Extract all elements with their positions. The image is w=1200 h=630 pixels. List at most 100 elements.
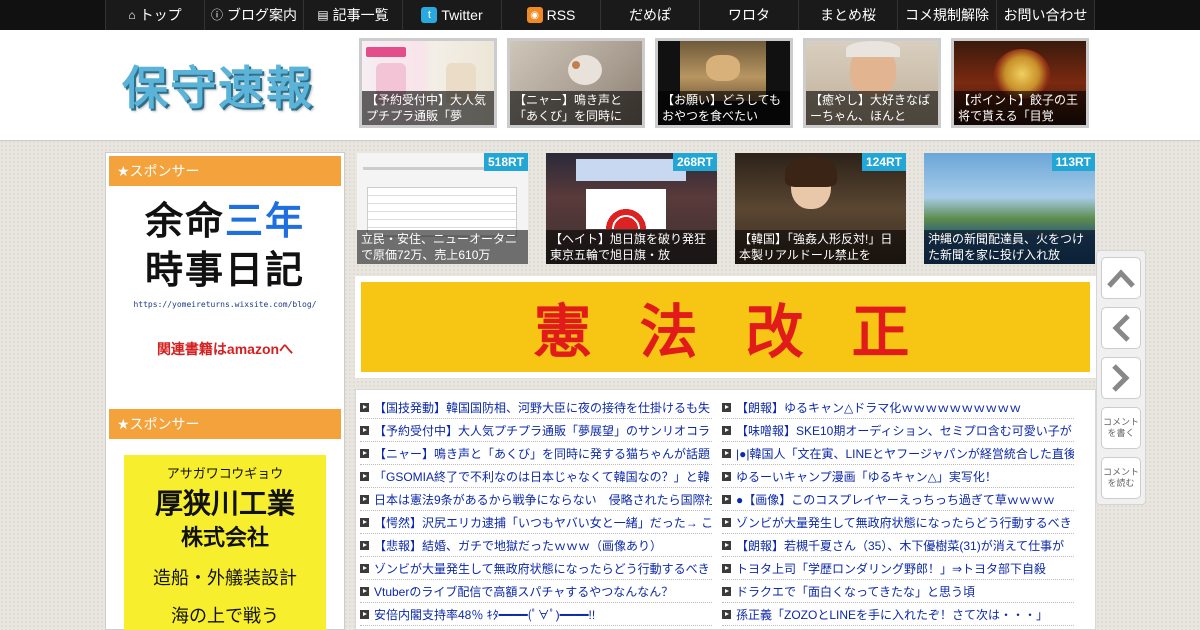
nav-item-blog-guide[interactable]: ⓘ ブログ案内 — [204, 0, 303, 30]
article-link[interactable]: 「GSOMIA終了で不利なのは日本じゃなくて韓国なの？」と韓 — [360, 465, 712, 488]
nav-label: コメ規制解除 — [905, 7, 989, 23]
article-link[interactable]: 【朗報】ゆるキャン△ドラマ化ｗｗｗｗｗｗｗｗｗｗ — [722, 396, 1074, 419]
sponsor-ad-asagawa[interactable]: アサガワコウギョウ 厚狭川工業 株式会社 造船・外艤装設計 海の上で戦う — [124, 455, 326, 630]
nav-item-matome-sakura[interactable]: まとめ桜 — [798, 0, 897, 30]
write-comment-button[interactable]: コメントを書く — [1101, 407, 1141, 449]
article-link[interactable]: 【悲報】結婚、ガチで地獄だったｗｗｗ（画像あり） — [360, 534, 712, 557]
next-button[interactable] — [1101, 357, 1141, 399]
bullet-icon — [360, 471, 369, 481]
bullet-icon — [722, 448, 731, 458]
cat-image — [568, 55, 602, 85]
link-text: 【ニャー】鳴き声と「あくび」を同時に発する猫ちゃんが話題 — [374, 446, 711, 461]
bullet-icon — [360, 494, 369, 504]
nav-item-contact[interactable]: お問い合わせ — [996, 0, 1095, 30]
header-thumb-5[interactable]: 【ポイント】餃子の王将で貰える「目覚 — [951, 38, 1089, 128]
site-header: 保守速報 【予約受付中】大人気プチプラ通販「夢 【ニャー】鳴き声と「あくび」を同… — [0, 30, 1200, 141]
article-link[interactable]: ゾンビが大量発生して無政府状態になったらどう行動するべき — [722, 511, 1074, 534]
link-text: 安倍内閣支持率48％ ｷﾀ━━━━(ﾟ∀ﾟ)━━━━!! — [374, 607, 596, 622]
sponsor-ad-yomei[interactable]: 余命三年 時事日記 https://yomeireturns.wixsite.c… — [106, 186, 344, 406]
flag-image — [586, 189, 666, 229]
ad-company-name: 厚狭川工業 — [154, 488, 295, 519]
link-column-right: 【朗報】ゆるキャン△ドラマ化ｗｗｗｗｗｗｗｗｗｗ 【味噌報】SKE10期オーディ… — [722, 396, 1074, 626]
link-text: 【悲報】結婚、ガチで地獄だったｗｗｗ（画像あり） — [374, 538, 663, 553]
grandma-image — [846, 41, 900, 57]
sponsor-title: ★スポンサー — [109, 409, 341, 439]
bullet-icon — [722, 540, 731, 550]
nav-item-twitter[interactable]: t Twitter — [402, 0, 501, 30]
nav-item-top[interactable]: ⌂ トップ — [105, 0, 204, 30]
article-link[interactable]: 【ニャー】鳴き声と「あくび」を同時に発する猫ちゃんが話題 — [360, 442, 712, 465]
header-thumb-4[interactable]: 【癒やし】大好きなばーちゃん、ほんと — [803, 38, 941, 128]
rt-caption: 【韓国】「強姦人形反対!」日本製リアルドール禁止を — [735, 230, 906, 264]
read-comment-button[interactable]: コメントを読む — [1101, 457, 1141, 499]
bullet-icon — [722, 517, 731, 527]
article-link[interactable]: ゆるーいキャンプ漫画「ゆるキャン△」実写化！ — [722, 465, 1074, 488]
site-logo[interactable]: 保守速報 — [122, 52, 314, 118]
cat-image — [572, 61, 580, 69]
link-text: 孫正義「ZOZOとLINEを手に入れたぞ！さて次は・・・」 — [736, 607, 1049, 622]
previous-button[interactable] — [1101, 307, 1141, 349]
article-link[interactable]: 【愕然】沢尻エリカ逮捕「いつもヤバい女と一緒」だった→ こ — [360, 511, 712, 534]
bullet-icon — [360, 586, 369, 596]
link-text: 【愕然】沢尻エリカ逮捕「いつもヤバい女と一緒」だった→ こ — [374, 515, 712, 530]
nav-label: RSS — [546, 7, 576, 23]
nav-item-article-list[interactable]: ▤ 記事一覧 — [303, 0, 402, 30]
ad-subheadline: 時事日記 — [144, 250, 305, 292]
link-text: ゆるーいキャンプ漫画「ゆるキャン△」実写化！ — [736, 469, 997, 484]
header-thumb-3[interactable]: 【お願い】どうしてもおやつを食べたい — [655, 38, 793, 128]
ad-amazon-link[interactable]: 関連書籍はamazonへ — [106, 339, 344, 359]
bullet-icon — [360, 517, 369, 527]
ad-business: 造船・外艤装設計 — [153, 568, 297, 588]
rss-icon: ◉ — [526, 7, 543, 23]
thumb-caption: 【予約受付中】大人気プチプラ通販「夢 — [362, 91, 494, 125]
link-text: ゾンビが大量発生して無政府状態になったらどう行動するべき — [736, 515, 1072, 530]
nav-item-damepo[interactable]: だめぽ — [600, 0, 699, 30]
rt-card[interactable]: 124RT 【韓国】「強姦人形反対!」日本製リアルドール禁止を — [735, 153, 906, 264]
thumb-caption: 【ポイント】餃子の王将で貰える「目覚 — [954, 91, 1086, 125]
article-link[interactable]: 孫正義「ZOZOとLINEを手に入れたぞ！さて次は・・・」 — [722, 603, 1074, 626]
article-link[interactable]: ゾンビが大量発生して無政府状態になったらどう行動するべき — [360, 557, 712, 580]
link-column-left: 【国技発動】韓国国防相、河野大臣に夜の接待を仕掛けるも失 【予約受付中】大人気プ… — [360, 396, 712, 626]
article-link[interactable]: 【国技発動】韓国国防相、河野大臣に夜の接待を仕掛けるも失 — [360, 396, 712, 419]
bullet-icon — [360, 540, 369, 550]
link-text: |●|韓国人「文在寅、LINEとヤフージャパンが経営統合した直後 — [736, 446, 1074, 461]
nav-item-warota[interactable]: ワロタ — [699, 0, 798, 30]
link-text: 「GSOMIA終了で不利なのは日本じゃなくて韓国なの？」と韓 — [374, 469, 710, 484]
nav-label: 記事一覧 — [332, 7, 389, 23]
link-text: トヨタ上司「学歴ロンダリング野郎！」⇒トヨタ部下自殺 — [736, 561, 1047, 576]
article-link[interactable]: Vtuberのライブ配信で高額スパチャするやつなんなん？ — [360, 580, 712, 603]
nav-item-comment-unban[interactable]: コメ規制解除 — [897, 0, 996, 30]
rt-card[interactable]: 268RT 【ヘイト】旭日旗を破り発狂 東京五輪で旭日旗・放 — [546, 153, 717, 264]
header-thumb-2[interactable]: 【ニャー】鳴き声と「あくび」を同時に — [507, 38, 645, 128]
bullet-icon — [360, 448, 369, 458]
article-link[interactable]: 【予約受付中】大人気プチプラ通販「夢展望」のサンリオコラ — [360, 419, 712, 442]
kenpo-kaisei-banner[interactable]: 憲法改正 — [361, 282, 1090, 372]
article-link[interactable]: 【味噌報】SKE10期オーディション、セミプロ含む可愛い子が — [722, 419, 1074, 442]
article-link[interactable]: トヨタ上司「学歴ロンダリング野郎！」⇒トヨタ部下自殺 — [722, 557, 1074, 580]
link-text: 日本は憲法9条があるから戦争にならない 侵略されたら国際社 — [374, 492, 712, 507]
ad-headline-part: 余命 — [144, 201, 225, 243]
left-sidebar: ★スポンサー 余命三年 時事日記 https://yomeireturns.wi… — [105, 152, 345, 630]
link-text: 【朗報】ゆるキャン△ドラマ化ｗｗｗｗｗｗｗｗｗｗ — [736, 400, 1022, 415]
thumb-caption: 【お願い】どうしてもおやつを食べたい — [658, 91, 790, 125]
floating-nav-panel: コメントを書く コメントを読む — [1096, 250, 1146, 505]
rt-card[interactable]: 113RT 沖縄の新聞配達員、火をつけた新聞を家に投げ入れ放 — [924, 153, 1095, 264]
rt-count-badge: 113RT — [1051, 153, 1095, 171]
scroll-top-button[interactable] — [1101, 257, 1141, 299]
bullet-icon — [722, 425, 731, 435]
header-thumb-1[interactable]: 【予約受付中】大人気プチプラ通販「夢 — [359, 38, 497, 128]
rt-card[interactable]: 518RT 立民・安住、ニューオータニで原価72万、売上610万 — [357, 153, 528, 264]
hellokitty-logo — [366, 47, 406, 57]
bullet-icon — [360, 609, 369, 619]
article-link[interactable]: ドラクエで「面白くなってきたな」と思う頃 — [722, 580, 1074, 603]
article-link[interactable]: ●【画像】このコスプレイヤーえっちっち過ぎて草ｗｗｗｗ — [722, 488, 1074, 511]
rt-caption: 立民・安住、ニューオータニで原価72万、売上610万 — [357, 230, 528, 264]
article-link[interactable]: 安倍内閣支持率48％ ｷﾀ━━━━(ﾟ∀ﾟ)━━━━!! — [360, 603, 712, 626]
twitter-icon: t — [421, 7, 438, 23]
ad-headline: 余命三年 — [106, 198, 344, 246]
article-link[interactable]: |●|韓国人「文在寅、LINEとヤフージャパンが経営統合した直後 — [722, 442, 1074, 465]
link-text: ドラクエで「面白くなってきたな」と思う頃 — [736, 584, 976, 599]
nav-item-rss[interactable]: ◉ RSS — [501, 0, 600, 30]
article-link[interactable]: 【朗報】若槻千夏さん（35）、木下優樹菜(31)が消えて仕事が — [722, 534, 1074, 557]
article-link[interactable]: 日本は憲法9条があるから戦争にならない 侵略されたら国際社 — [360, 488, 712, 511]
